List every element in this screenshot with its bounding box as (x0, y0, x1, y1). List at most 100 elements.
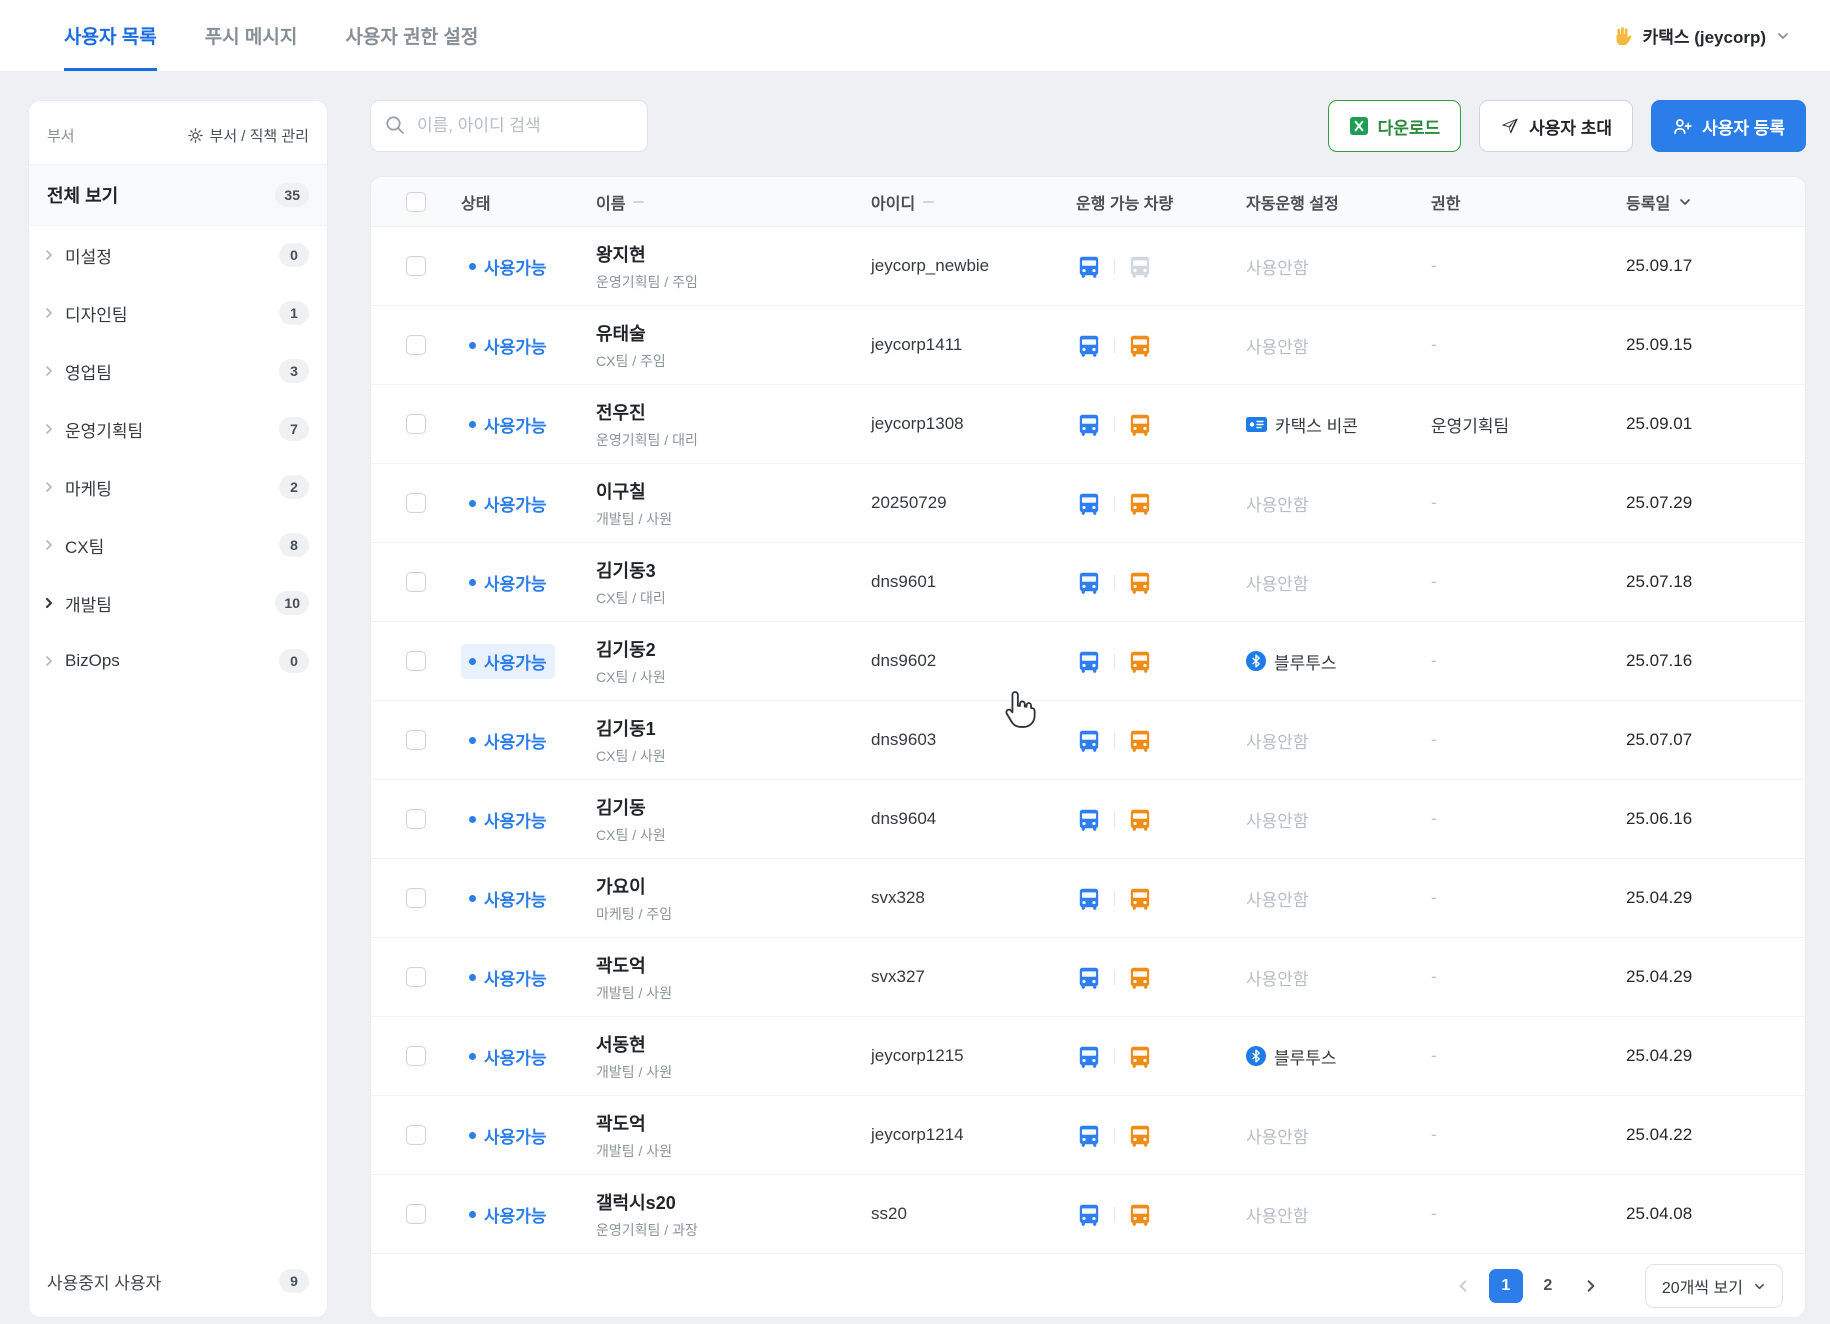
sidebar-item-suspended-users[interactable]: 사용중지 사용자 9 (29, 1245, 327, 1317)
user-dept-title: 운영기획팀 / 주임 (596, 273, 698, 290)
row-checkbox[interactable] (406, 730, 426, 750)
invite-user-label: 사용자 초대 (1529, 118, 1613, 138)
user-name: 곽도억 (596, 1113, 646, 1134)
status-dot-icon (469, 815, 476, 823)
table-row[interactable]: 사용가능 갤럭시s20 운영기획팀 / 과장 ss20 사용안함 - 25.04… (371, 1175, 1805, 1254)
row-checkbox[interactable] (406, 1046, 426, 1066)
select-all-checkbox[interactable] (406, 191, 426, 212)
sidebar-department-item[interactable]: 미설정 0 (29, 226, 327, 284)
department-count: 0 (279, 243, 309, 267)
user-name: 김기동1 (596, 718, 656, 739)
download-button[interactable]: 다운로드 (1327, 100, 1462, 152)
autodrive-cell: 사용안함 (1246, 254, 1431, 279)
registered-date: 25.06.16 (1626, 809, 1693, 828)
row-checkbox[interactable] (406, 809, 426, 829)
table-row[interactable]: 사용가능 곽도억 개발팀 / 사원 jeycorp1214 사용안함 - 25.… (371, 1096, 1805, 1175)
autodrive-setting: 사용안함 (1246, 258, 1309, 278)
suspended-users-count: 9 (279, 1269, 309, 1293)
status-label: 사용가능 (484, 258, 547, 278)
top-tab[interactable]: 사용자 목록 (64, 0, 157, 71)
sidebar-department-item[interactable]: CX팀 8 (29, 516, 327, 574)
workspace-selector[interactable]: 카택스 (jeycorp) (1611, 0, 1790, 71)
row-checkbox[interactable] (406, 414, 426, 434)
register-user-button[interactable]: 사용자 등록 (1651, 100, 1806, 152)
table-row[interactable]: 사용가능 김기동1 CX팀 / 사원 dns9603 사용안함 - 25.07.… (371, 701, 1805, 780)
user-dept-title: 개발팀 / 사원 (596, 510, 673, 527)
dept-manage-label: 부서 / 직책 관리 (209, 128, 309, 145)
row-checkbox[interactable] (406, 651, 426, 671)
status-label: 사용가능 (484, 337, 547, 357)
personal-car-icon (1076, 1122, 1102, 1148)
sidebar-department-item[interactable]: BizOps 0 (29, 632, 327, 690)
sidebar-department-item[interactable]: 디자인팀 1 (29, 284, 327, 342)
status-badge: 사용가능 (461, 723, 555, 758)
col-header-date[interactable]: 등록일 (1626, 190, 1805, 214)
page-number-button[interactable]: 1 (1488, 1269, 1523, 1303)
row-checkbox[interactable] (406, 967, 426, 987)
user-name: 김기동3 (596, 560, 656, 581)
user-id: svx327 (871, 967, 925, 986)
user-id: ss20 (871, 1204, 907, 1223)
row-checkbox[interactable] (406, 572, 426, 592)
row-checkbox[interactable] (406, 888, 426, 908)
workspace-name: 카택스 (jeycorp) (1642, 28, 1766, 47)
sidebar-department-item[interactable]: 개발팀 10 (29, 574, 327, 632)
sidebar-department-item[interactable]: 운영기획팀 7 (29, 400, 327, 458)
top-tab[interactable]: 사용자 권한 설정 (345, 0, 478, 71)
table-row[interactable]: 사용가능 왕지현 운영기획팀 / 주임 jeycorp_newbie 사용안함 … (371, 227, 1805, 306)
invite-user-button[interactable]: 사용자 초대 (1479, 100, 1634, 152)
all-view-label: 전체 보기 (47, 186, 119, 206)
row-checkbox[interactable] (406, 1125, 426, 1145)
user-id: jeycorp1308 (871, 414, 964, 433)
page-size-select[interactable]: 20개씩 보기 (1644, 1264, 1783, 1308)
prev-page-button[interactable] (1447, 1270, 1479, 1302)
status-label: 사용가능 (484, 1127, 547, 1147)
table-row[interactable]: 사용가능 김기동 CX팀 / 사원 dns9604 사용안함 - 25.06.1… (371, 780, 1805, 859)
col-header-name[interactable]: 이름 (596, 190, 871, 214)
row-checkbox[interactable] (406, 335, 426, 355)
user-name: 유태술 (596, 323, 646, 344)
col-header-id[interactable]: 아이디 (871, 190, 1076, 214)
row-checkbox[interactable] (406, 493, 426, 513)
table-row[interactable]: 사용가능 유태술 CX팀 / 주임 jeycorp1411 사용안함 - 25.… (371, 306, 1805, 385)
sort-desc-icon[interactable] (1678, 195, 1692, 209)
table-row[interactable]: 사용가능 김기동2 CX팀 / 사원 dns9602 블루투스 - 25.07.… (371, 622, 1805, 701)
user-dept-title: 개발팀 / 사원 (596, 1142, 673, 1159)
chevron-right-icon (43, 481, 55, 493)
next-page-button[interactable] (1575, 1270, 1607, 1302)
chevron-right-icon (43, 655, 55, 667)
row-checkbox[interactable] (406, 1204, 426, 1224)
sidebar-department-item[interactable]: 영업팀 3 (29, 342, 327, 400)
status-label: 사용가능 (484, 1048, 547, 1068)
autodrive-setting: 사용안함 (1246, 969, 1309, 989)
table-row[interactable]: 사용가능 전우진 운영기획팀 / 대리 jeycorp1308 카택스 비콘 운… (371, 385, 1805, 464)
sidebar-department-item[interactable]: 마케팅 2 (29, 458, 327, 516)
divider (1114, 732, 1115, 748)
top-tab[interactable]: 푸시 메시지 (205, 0, 298, 71)
page-number-button[interactable]: 2 (1531, 1269, 1565, 1303)
status-badge: 사용가능 (461, 802, 555, 837)
department-count: 8 (279, 533, 309, 557)
divider (1114, 1206, 1115, 1222)
status-label: 사용가능 (484, 732, 547, 752)
table-row[interactable]: 사용가능 서동현 개발팀 / 사원 jeycorp1215 블루투스 - 25.… (371, 1017, 1805, 1096)
table-row[interactable]: 사용가능 이구칠 개발팀 / 사원 20250729 사용안함 - 25.07.… (371, 464, 1805, 543)
dept-manage-link[interactable]: 부서 / 직책 관리 (187, 125, 309, 146)
table-row[interactable]: 사용가능 김기동3 CX팀 / 대리 dns9601 사용안함 - 25.07.… (371, 543, 1805, 622)
business-car-icon (1127, 411, 1153, 437)
table-row[interactable]: 사용가능 가요이 마케팅 / 주임 svx328 사용안함 - 25.04.29 (371, 859, 1805, 938)
search-input[interactable] (370, 100, 648, 152)
business-car-icon (1127, 964, 1153, 990)
business-car-icon (1127, 806, 1153, 832)
permission-value: - (1431, 888, 1437, 907)
sidebar-item-all[interactable]: 전체 보기 35 (29, 164, 327, 226)
personal-car-icon (1076, 253, 1102, 279)
row-checkbox[interactable] (406, 256, 426, 276)
department-name: 디자인팀 (65, 305, 128, 325)
table-row[interactable]: 사용가능 곽도억 개발팀 / 사원 svx327 사용안함 - 25.04.29 (371, 938, 1805, 1017)
sort-icon[interactable] (923, 200, 935, 203)
suspended-users-label: 사용중지 사용자 (47, 1273, 162, 1293)
divider (1114, 337, 1115, 353)
sort-icon[interactable] (633, 200, 645, 203)
excel-icon (1349, 117, 1368, 135)
